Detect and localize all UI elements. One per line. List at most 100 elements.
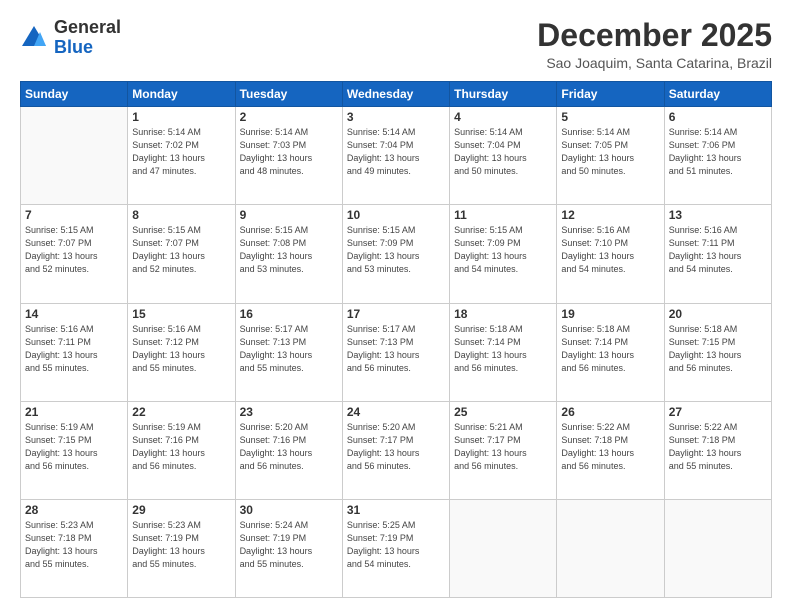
- day-cell-14: 14Sunrise: 5:16 AM Sunset: 7:11 PM Dayli…: [21, 303, 128, 401]
- title-block: December 2025 Sao Joaquim, Santa Catarin…: [537, 18, 772, 71]
- day-number: 24: [347, 405, 445, 419]
- day-cell-24: 24 Sunrise: 5:20 AM Sunset: 7:17 PM Dayli…: [342, 401, 449, 499]
- day-number: 18: [454, 307, 552, 321]
- col-header-saturday: Saturday: [664, 82, 771, 107]
- day-info: Sunrise: 5:22 AM Sunset: 7:18 PM Dayligh…: [669, 421, 767, 473]
- day-number: 28: [25, 503, 123, 517]
- day-number: 16: [240, 307, 338, 321]
- day-cell-12: 12Sunrise: 5:16 AM Sunset: 7:10 PM Dayli…: [557, 205, 664, 303]
- day-info: Sunrise: 5:19 AM Sunset: 7:15 PM Dayligh…: [25, 421, 123, 473]
- day-number: 14: [25, 307, 123, 321]
- day-number: 21: [25, 405, 123, 419]
- col-header-friday: Friday: [557, 82, 664, 107]
- week-row-1: 1 Sunrise: 5:14 AM Sunset: 7:02 PM Daylig…: [21, 107, 772, 205]
- day-number: 11: [454, 208, 552, 222]
- day-number: 27: [669, 405, 767, 419]
- day-info: Sunrise: 5:16 AM Sunset: 7:10 PM Dayligh…: [561, 224, 659, 276]
- header-row: SundayMondayTuesdayWednesdayThursdayFrid…: [21, 82, 772, 107]
- logo-text: General Blue: [54, 18, 121, 58]
- day-number: 19: [561, 307, 659, 321]
- header: General Blue December 2025 Sao Joaquim, …: [20, 18, 772, 71]
- day-cell-2: 2 Sunrise: 5:14 AM Sunset: 7:03 PM Daylig…: [235, 107, 342, 205]
- day-cell-13: 13 Sunrise: 5:16 AM Sunset: 7:11 PM Dayli…: [664, 205, 771, 303]
- day-info: Sunrise: 5:17 AM Sunset: 7:13 PM Dayligh…: [240, 323, 338, 375]
- day-number: 17: [347, 307, 445, 321]
- logo-blue: Blue: [54, 37, 93, 57]
- day-cell-27: 27 Sunrise: 5:22 AM Sunset: 7:18 PM Dayli…: [664, 401, 771, 499]
- day-cell-26: 26 Sunrise: 5:22 AM Sunset: 7:18 PM Dayli…: [557, 401, 664, 499]
- logo-icon: [20, 24, 48, 52]
- day-info: Sunrise: 5:14 AM Sunset: 7:02 PM Dayligh…: [132, 126, 230, 178]
- day-number: 23: [240, 405, 338, 419]
- day-number: 2: [240, 110, 338, 124]
- day-info: Sunrise: 5:18 AM Sunset: 7:14 PM Dayligh…: [561, 323, 659, 375]
- day-info: Sunrise: 5:15 AM Sunset: 7:07 PM Dayligh…: [25, 224, 123, 276]
- week-row-2: 7Sunrise: 5:15 AM Sunset: 7:07 PM Daylig…: [21, 205, 772, 303]
- day-cell-30: 30Sunrise: 5:24 AM Sunset: 7:19 PM Dayli…: [235, 499, 342, 597]
- day-number: 26: [561, 405, 659, 419]
- day-cell-25: 25Sunrise: 5:21 AM Sunset: 7:17 PM Dayli…: [450, 401, 557, 499]
- day-info: Sunrise: 5:14 AM Sunset: 7:03 PM Dayligh…: [240, 126, 338, 178]
- col-header-tuesday: Tuesday: [235, 82, 342, 107]
- day-cell-28: 28Sunrise: 5:23 AM Sunset: 7:18 PM Dayli…: [21, 499, 128, 597]
- day-cell-16: 16 Sunrise: 5:17 AM Sunset: 7:13 PM Dayli…: [235, 303, 342, 401]
- day-cell-3: 3 Sunrise: 5:14 AM Sunset: 7:04 PM Daylig…: [342, 107, 449, 205]
- day-cell-10: 10Sunrise: 5:15 AM Sunset: 7:09 PM Dayli…: [342, 205, 449, 303]
- day-number: 5: [561, 110, 659, 124]
- day-info: Sunrise: 5:14 AM Sunset: 7:05 PM Dayligh…: [561, 126, 659, 178]
- day-cell-17: 17 Sunrise: 5:17 AM Sunset: 7:13 PM Dayli…: [342, 303, 449, 401]
- day-cell-7: 7Sunrise: 5:15 AM Sunset: 7:07 PM Daylig…: [21, 205, 128, 303]
- day-cell-31: 31 Sunrise: 5:25 AM Sunset: 7:19 PM Dayli…: [342, 499, 449, 597]
- empty-cell: [450, 499, 557, 597]
- day-cell-11: 11Sunrise: 5:15 AM Sunset: 7:09 PM Dayli…: [450, 205, 557, 303]
- day-info: Sunrise: 5:14 AM Sunset: 7:06 PM Dayligh…: [669, 126, 767, 178]
- day-number: 1: [132, 110, 230, 124]
- day-number: 3: [347, 110, 445, 124]
- day-cell-1: 1 Sunrise: 5:14 AM Sunset: 7:02 PM Daylig…: [128, 107, 235, 205]
- day-cell-4: 4 Sunrise: 5:14 AM Sunset: 7:04 PM Daylig…: [450, 107, 557, 205]
- day-info: Sunrise: 5:14 AM Sunset: 7:04 PM Dayligh…: [454, 126, 552, 178]
- day-cell-29: 29 Sunrise: 5:23 AM Sunset: 7:19 PM Dayli…: [128, 499, 235, 597]
- week-row-3: 14Sunrise: 5:16 AM Sunset: 7:11 PM Dayli…: [21, 303, 772, 401]
- day-cell-6: 6 Sunrise: 5:14 AM Sunset: 7:06 PM Daylig…: [664, 107, 771, 205]
- day-info: Sunrise: 5:15 AM Sunset: 7:07 PM Dayligh…: [132, 224, 230, 276]
- day-info: Sunrise: 5:22 AM Sunset: 7:18 PM Dayligh…: [561, 421, 659, 473]
- day-info: Sunrise: 5:18 AM Sunset: 7:14 PM Dayligh…: [454, 323, 552, 375]
- day-number: 20: [669, 307, 767, 321]
- day-number: 9: [240, 208, 338, 222]
- day-number: 4: [454, 110, 552, 124]
- day-cell-20: 20 Sunrise: 5:18 AM Sunset: 7:15 PM Dayli…: [664, 303, 771, 401]
- empty-cell: [557, 499, 664, 597]
- empty-cell: [664, 499, 771, 597]
- day-number: 31: [347, 503, 445, 517]
- day-number: 6: [669, 110, 767, 124]
- day-number: 13: [669, 208, 767, 222]
- day-info: Sunrise: 5:16 AM Sunset: 7:11 PM Dayligh…: [669, 224, 767, 276]
- day-info: Sunrise: 5:17 AM Sunset: 7:13 PM Dayligh…: [347, 323, 445, 375]
- day-info: Sunrise: 5:18 AM Sunset: 7:15 PM Dayligh…: [669, 323, 767, 375]
- col-header-wednesday: Wednesday: [342, 82, 449, 107]
- col-header-sunday: Sunday: [21, 82, 128, 107]
- week-row-5: 28Sunrise: 5:23 AM Sunset: 7:18 PM Dayli…: [21, 499, 772, 597]
- day-info: Sunrise: 5:20 AM Sunset: 7:16 PM Dayligh…: [240, 421, 338, 473]
- day-number: 29: [132, 503, 230, 517]
- day-cell-8: 8 Sunrise: 5:15 AM Sunset: 7:07 PM Daylig…: [128, 205, 235, 303]
- day-number: 10: [347, 208, 445, 222]
- day-info: Sunrise: 5:14 AM Sunset: 7:04 PM Dayligh…: [347, 126, 445, 178]
- day-info: Sunrise: 5:23 AM Sunset: 7:19 PM Dayligh…: [132, 519, 230, 571]
- day-info: Sunrise: 5:21 AM Sunset: 7:17 PM Dayligh…: [454, 421, 552, 473]
- day-cell-15: 15 Sunrise: 5:16 AM Sunset: 7:12 PM Dayli…: [128, 303, 235, 401]
- day-info: Sunrise: 5:25 AM Sunset: 7:19 PM Dayligh…: [347, 519, 445, 571]
- day-info: Sunrise: 5:20 AM Sunset: 7:17 PM Dayligh…: [347, 421, 445, 473]
- day-info: Sunrise: 5:15 AM Sunset: 7:08 PM Dayligh…: [240, 224, 338, 276]
- col-header-thursday: Thursday: [450, 82, 557, 107]
- week-row-4: 21 Sunrise: 5:19 AM Sunset: 7:15 PM Dayli…: [21, 401, 772, 499]
- day-cell-23: 23 Sunrise: 5:20 AM Sunset: 7:16 PM Dayli…: [235, 401, 342, 499]
- day-info: Sunrise: 5:16 AM Sunset: 7:12 PM Dayligh…: [132, 323, 230, 375]
- day-number: 15: [132, 307, 230, 321]
- day-cell-21: 21 Sunrise: 5:19 AM Sunset: 7:15 PM Dayli…: [21, 401, 128, 499]
- day-number: 8: [132, 208, 230, 222]
- logo-general: General: [54, 17, 121, 37]
- day-number: 22: [132, 405, 230, 419]
- day-cell-18: 18 Sunrise: 5:18 AM Sunset: 7:14 PM Dayli…: [450, 303, 557, 401]
